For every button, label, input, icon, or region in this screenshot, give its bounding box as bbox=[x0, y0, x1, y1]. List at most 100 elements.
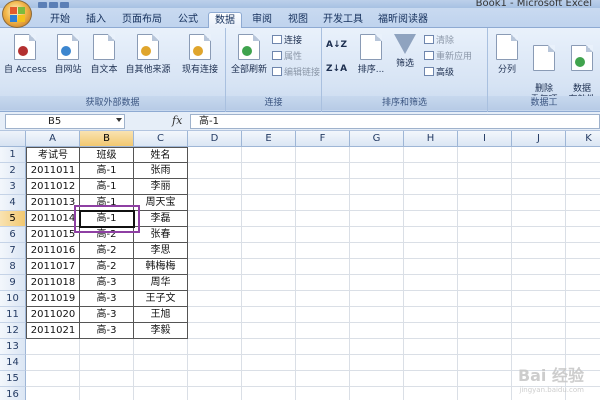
cell-f6[interactable] bbox=[296, 227, 350, 243]
row-header-15[interactable]: 15 bbox=[0, 371, 26, 387]
cell-b7[interactable]: 高-2 bbox=[80, 243, 134, 259]
row-header-5[interactable]: 5 bbox=[0, 211, 26, 227]
cell-a12[interactable]: 2011021 bbox=[26, 323, 80, 339]
cell-k5[interactable] bbox=[566, 211, 600, 227]
cell-a3[interactable]: 2011012 bbox=[26, 179, 80, 195]
cell-d3[interactable] bbox=[188, 179, 242, 195]
cell-g2[interactable] bbox=[350, 163, 404, 179]
cell-e5[interactable] bbox=[242, 211, 296, 227]
cell-g9[interactable] bbox=[350, 275, 404, 291]
cell-d15[interactable] bbox=[188, 371, 242, 387]
row-header-12[interactable]: 12 bbox=[0, 323, 26, 339]
cell-i9[interactable] bbox=[458, 275, 512, 291]
cell-i3[interactable] bbox=[458, 179, 512, 195]
cell-j8[interactable] bbox=[512, 259, 566, 275]
cell-j5[interactable] bbox=[512, 211, 566, 227]
cell-a1[interactable]: 考试号 bbox=[26, 147, 80, 163]
tab-view[interactable]: 视图 bbox=[282, 12, 314, 28]
cell-e4[interactable] bbox=[242, 195, 296, 211]
cell-c1[interactable]: 姓名 bbox=[134, 147, 188, 163]
cell-h4[interactable] bbox=[404, 195, 458, 211]
existing-connections-button[interactable]: 现有连接 bbox=[178, 34, 222, 75]
cell-i13[interactable] bbox=[458, 339, 512, 355]
cell-k6[interactable] bbox=[566, 227, 600, 243]
cell-i2[interactable] bbox=[458, 163, 512, 179]
cell-d12[interactable] bbox=[188, 323, 242, 339]
cell-e16[interactable] bbox=[242, 387, 296, 400]
cell-e6[interactable] bbox=[242, 227, 296, 243]
select-all-corner[interactable] bbox=[0, 131, 26, 147]
cell-f7[interactable] bbox=[296, 243, 350, 259]
cell-h9[interactable] bbox=[404, 275, 458, 291]
cell-d16[interactable] bbox=[188, 387, 242, 400]
row-header-9[interactable]: 9 bbox=[0, 275, 26, 291]
cell-g6[interactable] bbox=[350, 227, 404, 243]
cell-g12[interactable] bbox=[350, 323, 404, 339]
cell-c14[interactable] bbox=[134, 355, 188, 371]
tab-foxit-reader[interactable]: 福昕阅读器 bbox=[372, 12, 434, 28]
column-header-i[interactable]: I bbox=[458, 131, 512, 147]
cell-b11[interactable]: 高-3 bbox=[80, 307, 134, 323]
cell-b12[interactable]: 高-3 bbox=[80, 323, 134, 339]
cell-j7[interactable] bbox=[512, 243, 566, 259]
cell-h1[interactable] bbox=[404, 147, 458, 163]
cell-j12[interactable] bbox=[512, 323, 566, 339]
cell-a5[interactable]: 2011014 bbox=[26, 211, 80, 227]
cell-c11[interactable]: 王旭 bbox=[134, 307, 188, 323]
cell-d13[interactable] bbox=[188, 339, 242, 355]
cell-h11[interactable] bbox=[404, 307, 458, 323]
cell-h15[interactable] bbox=[404, 371, 458, 387]
cell-d10[interactable] bbox=[188, 291, 242, 307]
sort-ascending-button[interactable]: A↓Z bbox=[326, 38, 347, 52]
cell-h14[interactable] bbox=[404, 355, 458, 371]
column-header-b[interactable]: B bbox=[80, 131, 134, 147]
formula-input[interactable]: 高-1 bbox=[190, 114, 600, 129]
cell-i15[interactable] bbox=[458, 371, 512, 387]
cell-g1[interactable] bbox=[350, 147, 404, 163]
row-header-6[interactable]: 6 bbox=[0, 227, 26, 243]
tab-review[interactable]: 审阅 bbox=[246, 12, 278, 28]
cell-e1[interactable] bbox=[242, 147, 296, 163]
column-header-k[interactable]: K bbox=[566, 131, 600, 147]
cell-f9[interactable] bbox=[296, 275, 350, 291]
cell-h10[interactable] bbox=[404, 291, 458, 307]
cell-d2[interactable] bbox=[188, 163, 242, 179]
cell-d9[interactable] bbox=[188, 275, 242, 291]
cell-d11[interactable] bbox=[188, 307, 242, 323]
cell-i11[interactable] bbox=[458, 307, 512, 323]
cell-a9[interactable]: 2011018 bbox=[26, 275, 80, 291]
tab-data[interactable]: 数据 bbox=[208, 12, 242, 28]
cell-d6[interactable] bbox=[188, 227, 242, 243]
cell-g16[interactable] bbox=[350, 387, 404, 400]
cell-f8[interactable] bbox=[296, 259, 350, 275]
cell-c4[interactable]: 周天宝 bbox=[134, 195, 188, 211]
cell-i12[interactable] bbox=[458, 323, 512, 339]
sort-descending-button[interactable]: Z↓A bbox=[326, 62, 347, 76]
row-header-7[interactable]: 7 bbox=[0, 243, 26, 259]
cell-f10[interactable] bbox=[296, 291, 350, 307]
cell-b13[interactable] bbox=[80, 339, 134, 355]
cell-f5[interactable] bbox=[296, 211, 350, 227]
cell-j3[interactable] bbox=[512, 179, 566, 195]
cell-b16[interactable] bbox=[80, 387, 134, 400]
cell-a2[interactable]: 2011011 bbox=[26, 163, 80, 179]
cell-b6[interactable]: 高-2 bbox=[80, 227, 134, 243]
column-header-h[interactable]: H bbox=[404, 131, 458, 147]
cell-b10[interactable]: 高-3 bbox=[80, 291, 134, 307]
cell-k3[interactable] bbox=[566, 179, 600, 195]
cell-f2[interactable] bbox=[296, 163, 350, 179]
row-header-14[interactable]: 14 bbox=[0, 355, 26, 371]
chevron-down-icon[interactable] bbox=[116, 118, 122, 122]
cell-g14[interactable] bbox=[350, 355, 404, 371]
cell-a16[interactable] bbox=[26, 387, 80, 400]
column-header-g[interactable]: G bbox=[350, 131, 404, 147]
cell-d7[interactable] bbox=[188, 243, 242, 259]
cell-a8[interactable]: 2011017 bbox=[26, 259, 80, 275]
cell-b2[interactable]: 高-1 bbox=[80, 163, 134, 179]
cell-i5[interactable] bbox=[458, 211, 512, 227]
cell-f14[interactable] bbox=[296, 355, 350, 371]
cell-a6[interactable]: 2011015 bbox=[26, 227, 80, 243]
cell-j10[interactable] bbox=[512, 291, 566, 307]
cell-d8[interactable] bbox=[188, 259, 242, 275]
cell-k9[interactable] bbox=[566, 275, 600, 291]
